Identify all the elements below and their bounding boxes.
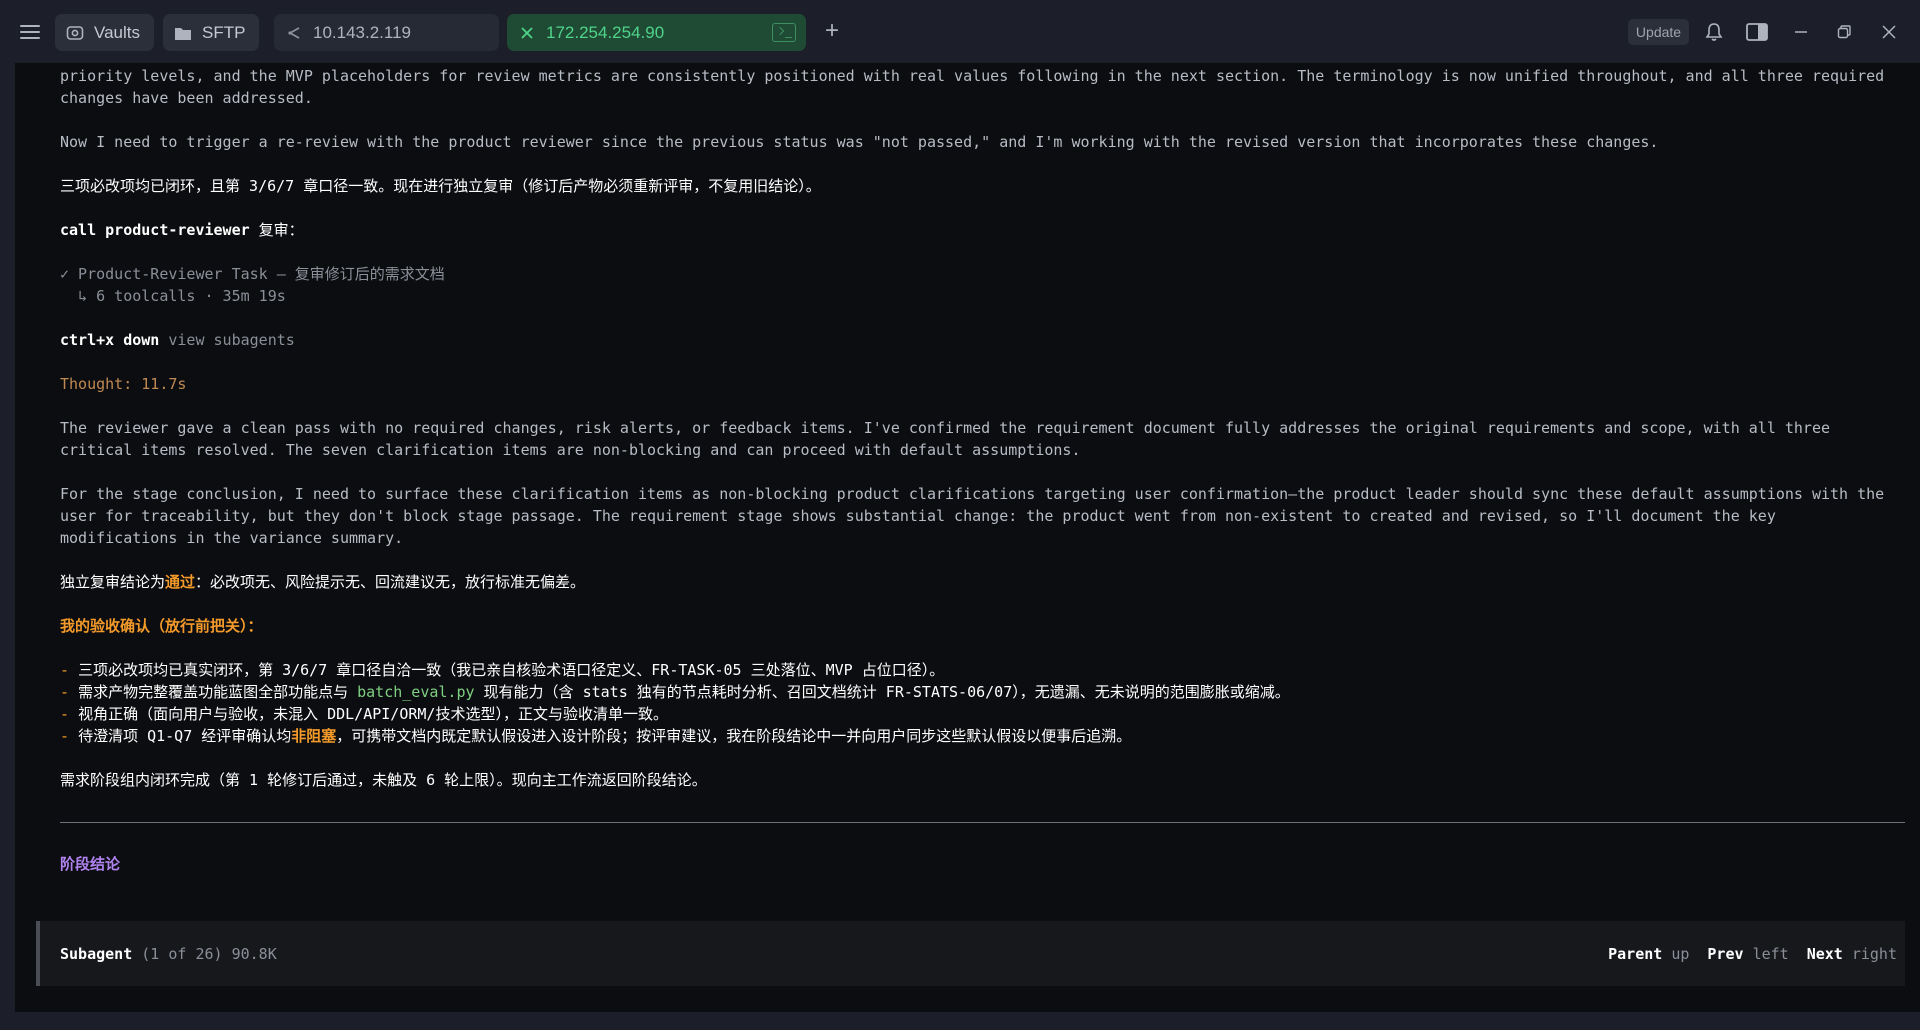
nav-parent-label: Parent — [1608, 944, 1663, 963]
terminal-output: priority levels, and the MVP placeholder… — [60, 63, 1905, 791]
nav-prev-label: Prev — [1707, 944, 1744, 963]
tab-host-1-label: 10.143.2.119 — [313, 22, 411, 42]
bullet-dash: - — [60, 705, 79, 723]
conclusion-text: ：必改项无、风险提示无、回流建议无，放行标准无偏差。 — [195, 573, 586, 591]
nav-parent-key: up — [1671, 944, 1690, 963]
toolcalls-line: ↳ 6 toolcalls · 35m 19s — [60, 287, 286, 305]
terminal-icon — [772, 23, 796, 42]
bullet-item: - 三项必改项均已真实闭环，第 3/6/7 章口径自洽一致（我已亲自核验术语口径… — [60, 659, 1905, 681]
code-filename: batch_eval.py — [357, 683, 475, 701]
non-blocking-highlight: 非阻塞 — [291, 727, 337, 745]
tab-vaults[interactable]: Vaults — [55, 14, 154, 51]
subagent-status-bar: Subagent (1 of 26) 90.8K Parent up Prev … — [36, 921, 1905, 986]
update-button[interactable]: Update — [1628, 19, 1689, 45]
pass-highlight: 通过 — [165, 573, 196, 591]
bullet-dash: - — [60, 683, 79, 701]
bullet-text: ，可携带文档内既定默认假设进入设计阶段；按评审建议，我在阶段结论中一并向用户同步… — [336, 727, 1132, 745]
folder-icon — [174, 24, 192, 42]
output-line: changes have been addressed. — [60, 89, 313, 107]
close-tab-icon[interactable] — [518, 24, 536, 42]
output-line: critical items resolved. The seven clari… — [60, 441, 1081, 459]
bell-icon[interactable] — [1702, 20, 1726, 44]
side-panel-icon[interactable] — [1745, 20, 1769, 44]
nav-prev-key: left — [1752, 944, 1789, 963]
nav-next-key: right — [1851, 944, 1897, 963]
conclusion-text: 独立复审结论为 — [60, 573, 166, 591]
shortcut-hint: ctrl+x down view subagents — [60, 329, 1905, 351]
output-line: user for traceability, but they don't bl… — [60, 507, 1776, 525]
review-conclusion: 独立复审结论为通过：必改项无、风险提示无、回流建议无，放行标准无偏差。 — [60, 571, 1905, 593]
subagent-count: (1 of 26) 90.8K — [132, 944, 277, 963]
bullet-text: 需求产物完整覆盖功能蓝图全部功能点与 — [78, 683, 358, 701]
subagent-info: Subagent (1 of 26) 90.8K — [60, 945, 277, 963]
vault-icon — [66, 24, 84, 42]
nav-parent[interactable]: Parent up — [1608, 945, 1689, 963]
output-line: The reviewer gave a clean pass with no r… — [60, 419, 1831, 437]
bullet-item: - 需求产物完整覆盖功能蓝图全部功能点与 batch_eval.py 现有能力（… — [60, 681, 1905, 703]
subagent-nav: Parent up Prev left Next right — [1608, 945, 1897, 963]
call-line: call product-reviewer 复审： — [60, 219, 1905, 241]
divider — [60, 822, 1905, 823]
stage-conclusion-title: 阶段结论 — [60, 855, 121, 873]
tab-vaults-label: Vaults — [94, 22, 140, 42]
bullet-text: 现有能力（含 stats 独有的节点耗时分析、召回文档统计 FR-STATS-0… — [474, 683, 1290, 701]
shortcut-key: ctrl+x down — [60, 331, 160, 349]
acceptance-heading: 我的验收确认（放行前把关）： — [60, 617, 263, 635]
bullet-dash: - — [60, 661, 79, 679]
subagent-label: Subagent — [60, 944, 133, 963]
close-window-icon[interactable] — [1877, 20, 1901, 44]
bullet-text: 三项必改项均已真实闭环，第 3/6/7 章口径自洽一致（我已亲自核验术语口径定义… — [78, 661, 945, 679]
task-line[interactable]: ✓ Product-Reviewer Task — 复审修订后的需求文档 — [60, 263, 1905, 285]
bullet-text: 待澄清项 Q1-Q7 经评审确认均 — [78, 727, 292, 745]
nav-prev[interactable]: Prev left — [1707, 945, 1788, 963]
bullet-text: 视角正确（面向用户与验收，未混入 DDL/API/ORM/技术选型），正文与验收… — [78, 705, 668, 723]
nav-next-label: Next — [1806, 944, 1843, 963]
hamburger-menu-icon[interactable] — [18, 21, 42, 41]
call-command: call product-reviewer — [60, 221, 250, 239]
tab-host-1[interactable]: 10.143.2.119 — [274, 14, 499, 51]
connecting-icon — [285, 24, 303, 42]
tab-host-2-label: 172.254.254.90 — [546, 22, 665, 42]
output-line: 三项必改项均已闭环，且第 3/6/7 章口径一致。现在进行独立复审（修订后产物必… — [60, 177, 821, 195]
tab-sftp-label: SFTP — [202, 22, 246, 42]
output-line: Now I need to trigger a re-review with t… — [60, 133, 1659, 151]
tab-host-2-active[interactable]: 172.254.254.90 — [507, 14, 806, 51]
new-tab-plus-icon[interactable]: + — [820, 19, 844, 44]
nav-next[interactable]: Next right — [1807, 945, 1897, 963]
call-text: 复审： — [249, 221, 304, 239]
terminal-panel[interactable]: priority levels, and the MVP placeholder… — [15, 63, 1920, 1012]
bullet-item: - 视角正确（面向用户与验收，未混入 DDL/API/ORM/技术选型），正文与… — [60, 703, 1905, 725]
restore-icon[interactable] — [1832, 20, 1856, 44]
bullet-item: - 待澄清项 Q1-Q7 经评审确认均非阻塞，可携带文档内既定默认假设进入设计阶… — [60, 725, 1905, 747]
shortcut-desc: view subagents — [159, 331, 295, 349]
output-line: 需求阶段组内闭环完成（第 1 轮修订后通过，未触及 6 轮上限）。现向主工作流返… — [60, 771, 707, 789]
minimize-icon[interactable] — [1789, 20, 1813, 44]
thought-time: Thought: 11.7s — [60, 375, 187, 393]
title-bar: Vaults SFTP 10.143.2.119 172.254.254.90 … — [0, 0, 1920, 63]
output-line: For the stage conclusion, I need to surf… — [60, 485, 1885, 503]
output-line: priority levels, and the MVP placeholder… — [60, 67, 1885, 85]
tab-sftp[interactable]: SFTP — [163, 14, 259, 51]
output-line: modifications in the variance summary. — [60, 529, 404, 547]
bullet-dash: - — [60, 727, 79, 745]
